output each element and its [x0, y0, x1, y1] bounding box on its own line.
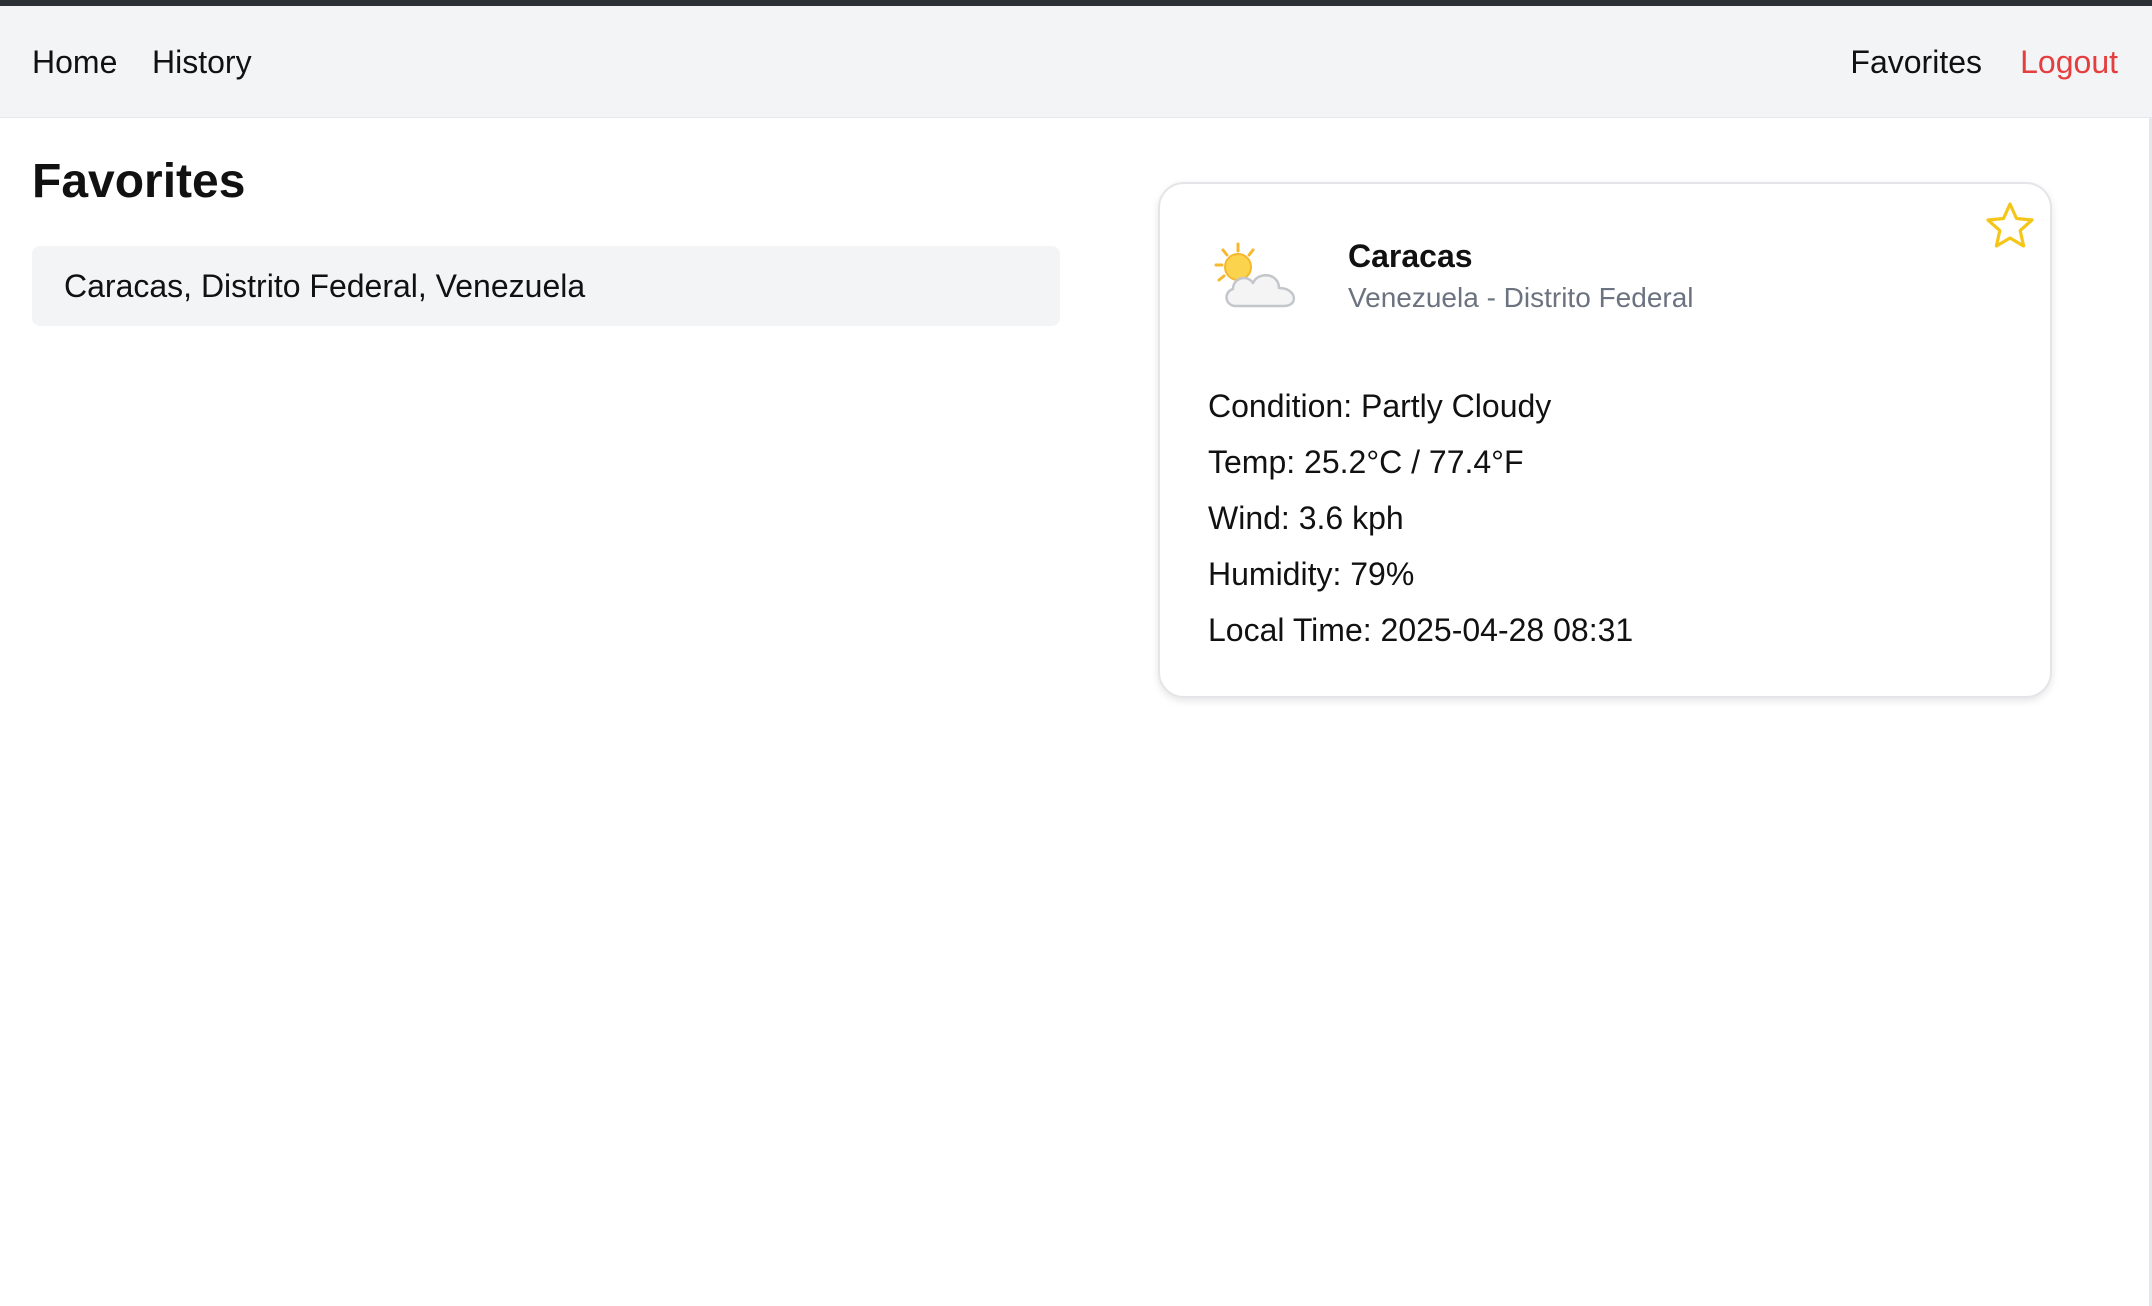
wind-text: Wind: 3.6 kph: [1208, 500, 1404, 536]
local-time-text: Local Time: 2025-04-28 08:31: [1208, 612, 1634, 648]
condition-text: Condition: Partly Cloudy: [1208, 388, 1552, 424]
nav-home-link[interactable]: Home: [32, 42, 117, 82]
nav-history-link[interactable]: History: [152, 42, 252, 82]
city-region: Venezuela - Distrito Federal: [1348, 282, 1694, 313]
favorite-item[interactable]: Caracas, Distrito Federal, Venezuela: [32, 246, 1060, 326]
page-title: Favorites: [32, 155, 246, 208]
nav-logout-link[interactable]: Logout: [2020, 42, 2118, 82]
partly-cloudy-icon: [1214, 242, 1296, 308]
weather-details: Condition: Partly Cloudy Temp: 25.2°C / …: [1208, 378, 1633, 658]
favorites-list: Caracas, Distrito Federal, Venezuela: [32, 246, 1060, 326]
nav-favorites-link[interactable]: Favorites: [1850, 42, 1982, 82]
weather-card: Caracas Venezuela - Distrito Federal Con…: [1158, 182, 2052, 698]
favorite-star-icon[interactable]: [1984, 200, 2036, 252]
top-navbar: Home History Favorites Logout: [0, 6, 2152, 118]
city-name: Caracas: [1348, 238, 1473, 274]
temperature-text: Temp: 25.2°C / 77.4°F: [1208, 444, 1524, 480]
humidity-text: Humidity: 79%: [1208, 556, 1415, 592]
